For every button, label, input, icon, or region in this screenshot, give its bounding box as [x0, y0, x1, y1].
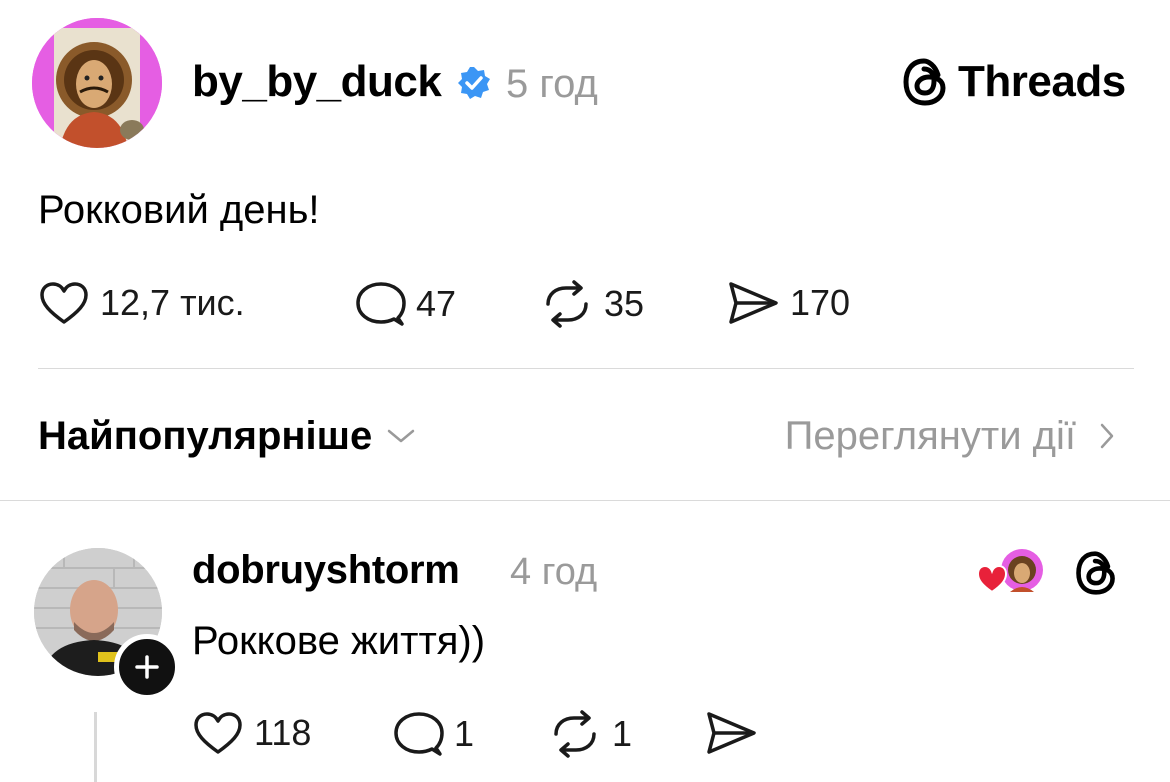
thread-connector-line — [94, 712, 97, 782]
verified-badge-icon — [456, 65, 492, 101]
heart-icon — [40, 282, 88, 324]
send-icon — [707, 712, 756, 754]
comment-count: 47 — [416, 283, 457, 324]
post-timestamp: 5 год — [506, 62, 598, 106]
view-activity-link[interactable]: Переглянути дії — [785, 412, 1116, 460]
comment-button[interactable]: 47 — [354, 280, 456, 328]
view-activity-label: Переглянути дії — [784, 414, 1076, 458]
share-button[interactable]: 170 — [726, 280, 850, 326]
sort-label: Найпопулярніше — [38, 414, 373, 458]
comment-icon — [394, 712, 444, 756]
reply-repost-button[interactable]: 1 — [548, 710, 632, 758]
heart-filled-icon — [976, 564, 1008, 594]
reply-like-button[interactable]: 118 — [192, 710, 311, 756]
like-count: 12,7 тис. — [100, 282, 245, 323]
send-icon — [729, 282, 778, 324]
follow-plus-button[interactable] — [114, 634, 180, 700]
reply-share-button[interactable] — [704, 710, 758, 756]
reply-timestamp: 4 год — [510, 551, 598, 593]
repost-icon — [554, 710, 596, 758]
threads-brand[interactable]: Threads — [902, 56, 1126, 108]
post-divider — [38, 368, 1134, 369]
reply-threads-icon[interactable] — [1074, 550, 1118, 601]
reply-repost-count: 1 — [612, 713, 633, 754]
sort-dropdown[interactable]: Найпопулярніше — [38, 412, 416, 460]
repost-count: 35 — [604, 283, 645, 324]
reply-comment-count: 1 — [454, 713, 475, 754]
like-button[interactable]: 12,7 тис. — [38, 280, 245, 326]
reply-username[interactable]: dobruyshtorm — [192, 546, 460, 594]
reply-comment-button[interactable]: 1 — [392, 710, 474, 758]
heart-icon — [194, 712, 242, 754]
post-text: Рокковий день! — [38, 188, 320, 232]
chevron-down-icon — [388, 429, 415, 443]
chevron-right-icon — [1100, 423, 1114, 449]
threads-icon — [903, 58, 946, 106]
reply-like-count: 118 — [254, 712, 312, 753]
comment-icon — [356, 282, 406, 326]
replies-divider — [0, 500, 1170, 501]
threads-brand-label: Threads — [958, 57, 1126, 106]
repost-icon — [546, 280, 588, 328]
post-username[interactable]: by_by_duck — [192, 56, 442, 108]
repost-button[interactable]: 35 — [540, 280, 644, 328]
author-liked-indicator — [976, 548, 1046, 596]
post-author-avatar[interactable] — [32, 18, 162, 148]
plus-icon — [135, 655, 159, 679]
share-count: 170 — [790, 282, 851, 323]
reply-text: Роккове життя)) — [192, 619, 486, 663]
